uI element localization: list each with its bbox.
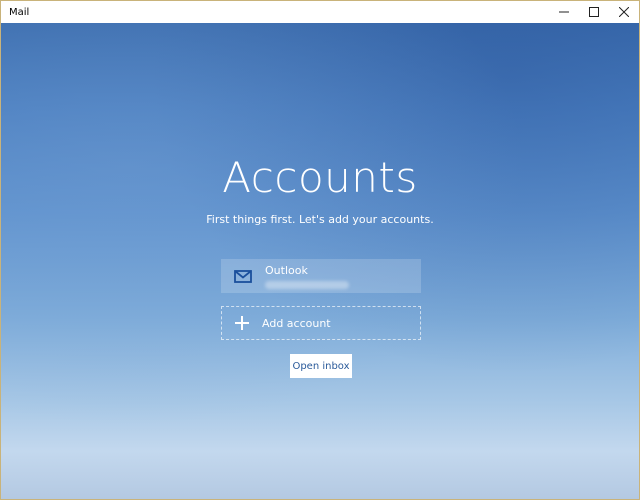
accounts-page: Accounts First things first. Let's add y… — [1, 23, 639, 499]
title-bar[interactable]: Mail — [1, 1, 639, 23]
open-inbox-button[interactable]: Open inbox — [290, 354, 352, 378]
mail-envelope-icon — [221, 269, 265, 283]
add-account-label: Add account — [262, 316, 331, 330]
window-controls — [549, 1, 639, 23]
minimize-button[interactable] — [549, 1, 579, 23]
minimize-icon — [559, 11, 569, 13]
mail-window: Mail Accounts First things first. Let's … — [0, 0, 640, 500]
add-account-button[interactable]: Add account — [221, 306, 421, 340]
account-name: Outlook — [265, 263, 308, 277]
page-subtitle: First things first. Let's add your accou… — [206, 213, 434, 226]
account-text: Outlook — [265, 264, 349, 289]
maximize-button[interactable] — [579, 1, 609, 23]
account-email-redacted — [265, 280, 349, 289]
close-icon — [619, 7, 629, 17]
app-title: Mail — [9, 6, 30, 18]
account-tile-outlook[interactable]: Outlook — [221, 259, 421, 293]
close-button[interactable] — [609, 1, 639, 23]
page-title: Accounts — [222, 153, 418, 202]
maximize-icon — [589, 7, 599, 17]
plus-icon — [222, 316, 262, 330]
